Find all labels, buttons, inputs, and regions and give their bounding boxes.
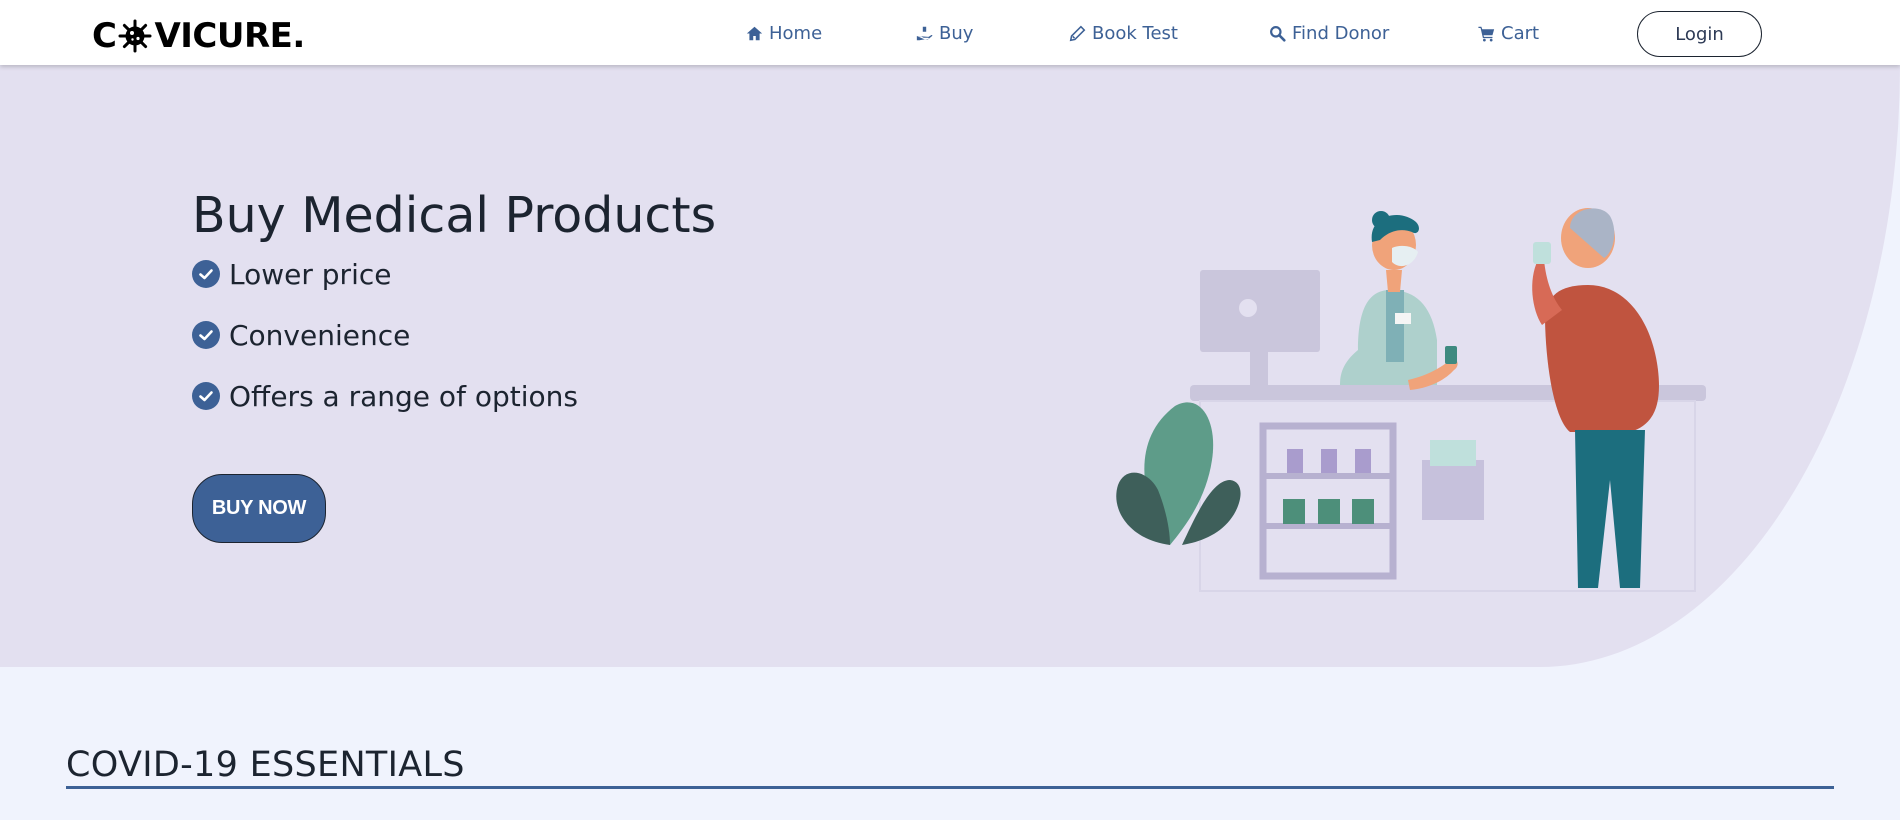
nav-find-donor[interactable]: Find Donor (1269, 20, 1389, 46)
nav-buy[interactable]: Buy (916, 20, 973, 46)
feature-label: Lower price (229, 257, 392, 291)
hand-holding-icon (916, 26, 933, 40)
nav-buy-label: Buy (939, 22, 974, 44)
nav-book-test-label: Book Test (1092, 22, 1178, 44)
check-circle-icon (192, 321, 220, 349)
feature-label: Convenience (229, 318, 411, 352)
section-divider (66, 786, 1834, 789)
top-navbar: C VICURE. Home Buy Book Test Find Donor … (0, 0, 1900, 65)
virus-icon (118, 19, 152, 53)
logo-text-prefix: C (92, 16, 117, 56)
nav-cart[interactable]: Cart (1478, 20, 1539, 46)
hero-title: Buy Medical Products (192, 187, 717, 244)
nav-book-test[interactable]: Book Test (1069, 20, 1178, 46)
nav-cart-label: Cart (1501, 22, 1540, 44)
cart-icon (1478, 26, 1495, 41)
search-icon (1270, 25, 1286, 42)
nav-home[interactable]: Home (746, 20, 822, 46)
check-circle-icon (192, 382, 220, 410)
login-button[interactable]: Login (1637, 11, 1762, 57)
feature-item: Convenience (192, 318, 410, 352)
brand-logo[interactable]: C VICURE. (92, 16, 305, 56)
feature-item: Lower price (192, 257, 391, 291)
pen-icon (1069, 25, 1086, 41)
logo-text-suffix: VICURE. (154, 16, 305, 56)
home-icon (746, 26, 763, 40)
pharmacist-illustration (1116, 208, 1706, 592)
check-circle-icon (192, 260, 220, 288)
essentials-title: COVID-19 ESSENTIALS (66, 745, 465, 785)
feature-label: Offers a range of options (229, 379, 578, 413)
nav-find-donor-label: Find Donor (1292, 22, 1390, 44)
hero-banner: Buy Medical Products Lower price Conveni… (0, 65, 1900, 667)
feature-item: Offers a range of options (192, 379, 578, 413)
buy-now-button[interactable]: BUY NOW (192, 474, 326, 543)
nav-home-label: Home (769, 22, 823, 44)
